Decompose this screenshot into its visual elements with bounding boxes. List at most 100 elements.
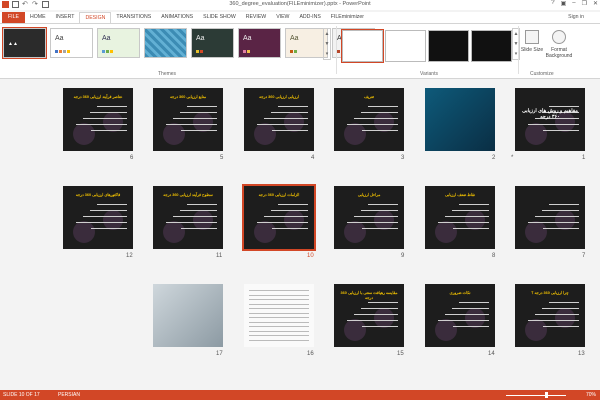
slide-number: 9 [401,253,405,259]
text-line [272,130,308,132]
text-line [76,222,127,224]
slide-number: 6 [130,155,134,161]
slide-number: 11 [216,253,223,259]
tab-fileminimizer[interactable]: FILEminimizer [326,12,369,23]
text-line [347,320,398,322]
tab-transitions[interactable]: TRANSITIONS [111,12,156,23]
slide-number: 14 [488,351,495,357]
text-line [542,210,579,212]
tab-review[interactable]: REVIEW [241,12,271,23]
ribbon-display-icon[interactable]: ▣ [561,0,567,7]
sign-in-link[interactable]: Sign in [568,14,584,20]
tab-add-ins[interactable]: ADD-INS [294,12,325,23]
table-row [249,312,309,314]
slide-title: نقاط ضعف ارزیابی [445,193,475,197]
decorative-circle [163,123,185,145]
status-bar: SLIDE 10 OF 17 PERSIAN 70% [0,390,600,400]
tab-animations[interactable]: ANIMATIONS [156,12,198,23]
tab-file[interactable]: FILE [2,12,25,23]
text-line [459,204,489,206]
text-line [528,320,579,322]
theme-thumbnail[interactable]: Aa [238,28,281,58]
slide-number: 17 [216,351,223,357]
tab-design[interactable]: DESIGN [79,12,112,23]
text-line [181,228,217,230]
text-line [187,106,217,108]
slide-title: الزامات ارزیابی 360 درجه [258,193,300,197]
tab-slide-show[interactable]: SLIDE SHOW [198,12,241,23]
minimize-icon[interactable]: – [572,0,575,7]
slide-thumbnail[interactable]: عناصر فرآیند ارزیابی 360 درجه [63,88,133,151]
slide-title: سطوح فرآیند ارزیابی 360 درجه [163,193,213,197]
table-row [249,290,309,292]
help-icon[interactable]: ? [551,0,554,7]
slide-thumbnail[interactable]: مراحل ارزیابی [334,186,404,249]
text-line [542,308,579,310]
slide-thumbnail[interactable]: مقایسه رهیافت سنتی با ارزیابی 360 درجه [334,284,404,347]
zoom-slider-thumb[interactable] [545,392,548,398]
group-divider [336,26,337,74]
text-line [438,320,489,322]
decorative-circle [103,210,123,230]
slide-thumbnail[interactable] [425,88,495,151]
slide-thumbnail[interactable] [153,284,223,347]
slide-title: مراحل ارزیابی [357,193,381,197]
decorative-circle [555,210,575,230]
slide-thumbnail[interactable]: نقاط ضعف ارزیابی [425,186,495,249]
variant-thumbnail[interactable] [471,30,512,62]
variant-thumbnail[interactable] [341,29,384,63]
text-line [549,302,579,304]
slide-thumbnail[interactable]: ارزیابی ارزیابی 360 درجه [244,88,314,151]
format-background-button[interactable]: Format Background [544,30,574,59]
table-row [249,339,309,341]
text-line [272,228,308,230]
slide-size-button[interactable]: Slide Size [520,30,544,53]
tab-insert[interactable]: INSERT [51,12,80,23]
decorative-circle [344,319,366,341]
theme-thumbnail[interactable]: Aa [191,28,234,58]
theme-thumbnail[interactable]: ▲▲ [2,27,47,59]
slide-thumbnail[interactable]: مفاهیم و روش های ارزیابی ۳۶۰ درجه [515,88,585,151]
variant-thumbnail[interactable] [428,30,469,62]
close-icon[interactable]: ✕ [593,0,598,7]
slide-thumbnail[interactable]: منابع ارزیابی 360 درجه [153,88,223,151]
slide-thumbnail[interactable] [515,186,585,249]
decorative-circle [465,210,485,230]
text-line [91,228,127,230]
zoom-level[interactable]: 70% [586,392,596,398]
theme-thumbnail[interactable]: Aa [97,28,140,58]
text-line [543,130,579,132]
slide-thumbnail[interactable]: تعریف [334,88,404,151]
theme-thumbnail[interactable]: Aa [285,28,328,58]
tab-home[interactable]: HOME [25,12,51,23]
theme-thumbnail[interactable]: Aa [50,28,93,58]
text-line [264,118,308,120]
variant-thumbnail[interactable] [385,30,426,62]
text-line [187,204,217,206]
zoom-slider[interactable] [506,395,566,396]
text-line [257,124,308,126]
slide-thumbnail[interactable] [244,284,314,347]
slide-thumbnail[interactable]: نکات ضروری [425,284,495,347]
tab-view[interactable]: VIEW [271,12,294,23]
text-line [368,302,398,304]
slide-thumbnail[interactable]: الزامات ارزیابی 360 درجه [242,184,316,251]
text-line [90,210,127,212]
theme-thumbnail[interactable] [144,28,187,58]
language-indicator[interactable]: PERSIAN [58,392,80,398]
text-line [535,216,579,218]
slide-thumbnail[interactable]: فاکتورهای ارزیابی 360 درجه [63,186,133,249]
transition-star-icon: * [511,155,514,161]
text-line [459,302,489,304]
slide-thumbnail[interactable]: سطوح فرآیند ارزیابی 360 درجه [153,186,223,249]
slide-title: چرا ارزیابی 360 درجه ؟ [531,291,569,295]
themes-scroll-icon[interactable]: ▲ ▼ ▾ [323,28,331,60]
slide-title: تعریف [364,95,374,99]
text-line [438,222,489,224]
text-line [83,118,127,120]
ribbon-tabs: FILE HOME INSERT DESIGN TRANSITIONS ANIM… [0,12,600,23]
decorative-circle [374,210,394,230]
slide-thumbnail[interactable]: چرا ارزیابی 360 درجه ؟ [515,284,585,347]
restore-icon[interactable]: ❐ [582,0,587,7]
text-line [549,204,579,206]
